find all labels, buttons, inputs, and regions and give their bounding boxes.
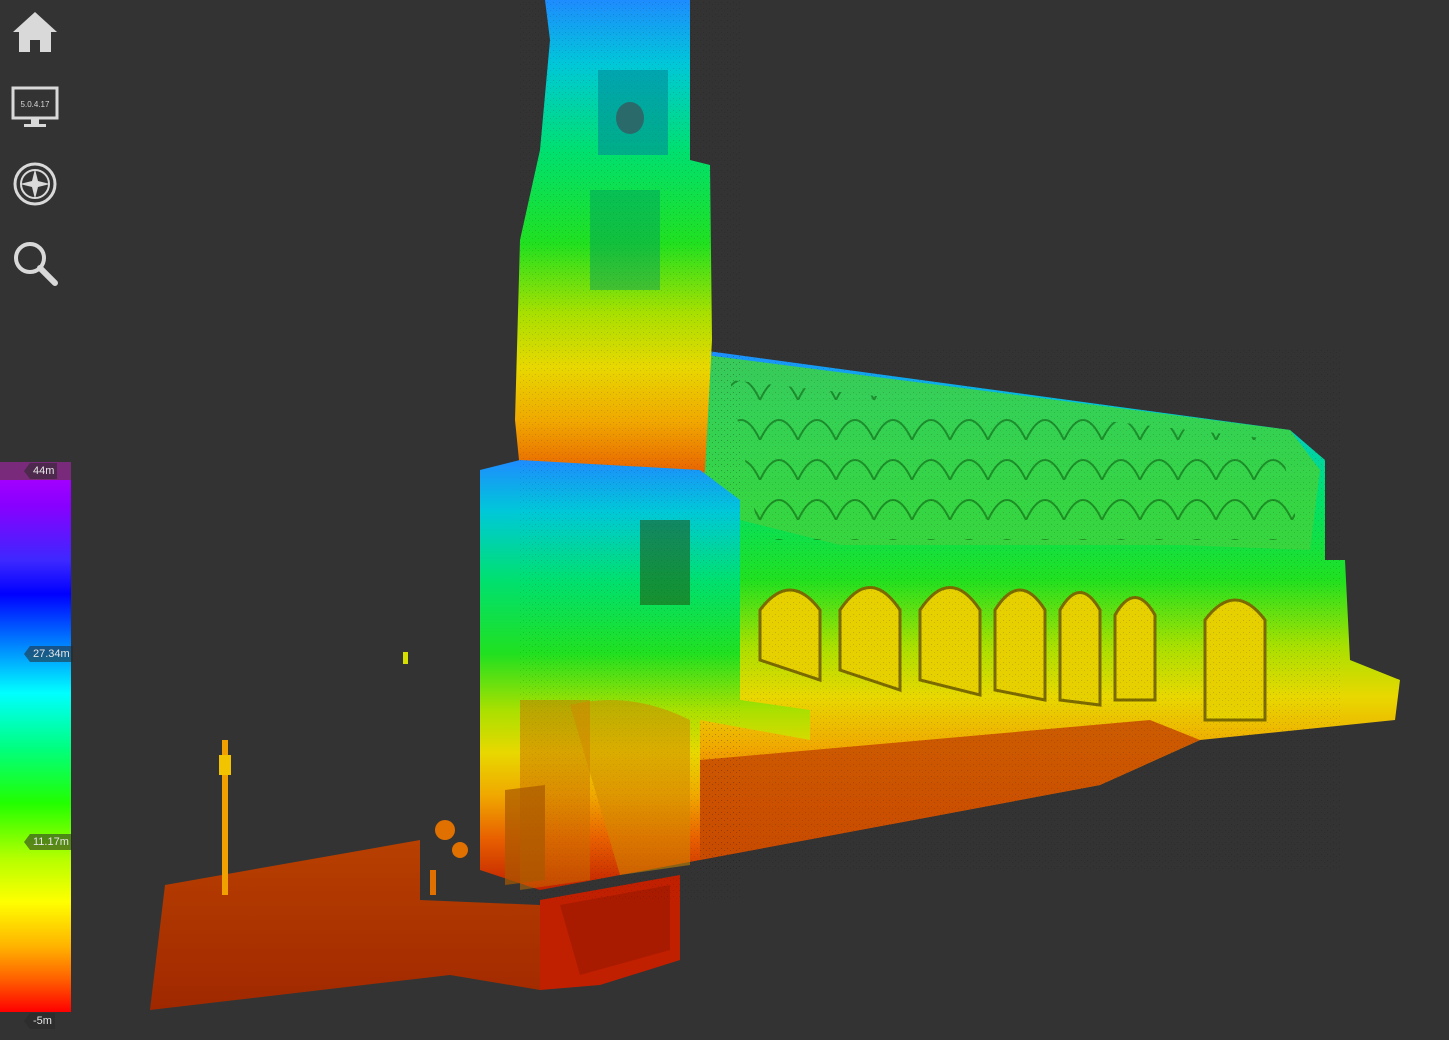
tower-window-2 — [640, 520, 690, 605]
elevation-legend: 44m 27.34m 11.17m -5m — [0, 462, 73, 1035]
search-button[interactable] — [10, 238, 60, 288]
plaza-figures — [430, 820, 468, 895]
home-button[interactable] — [10, 8, 60, 58]
compass-icon — [13, 162, 57, 206]
lamp-head — [219, 755, 231, 775]
display-button[interactable]: 5.0.4.17 — [10, 82, 60, 132]
display-version: 5.0.4.17 — [21, 100, 50, 109]
church-point-cloud — [150, 0, 1400, 1010]
bell — [616, 102, 644, 134]
search-icon — [14, 242, 58, 286]
monitor-icon: 5.0.4.17 — [11, 86, 59, 127]
tower-window-1 — [590, 190, 660, 290]
porch-door — [505, 785, 545, 885]
legend-label-mid-high[interactable]: 27.34m — [30, 646, 73, 662]
navigation-button[interactable] — [10, 159, 60, 209]
legend-label-min[interactable]: -5m — [30, 1013, 55, 1029]
home-icon — [13, 12, 57, 52]
nave-texture — [700, 350, 1340, 870]
stray-point — [403, 652, 408, 664]
legend-label-mid-low[interactable]: 11.17m — [30, 834, 72, 850]
elevation-color-bar — [0, 462, 71, 1012]
point-cloud-viewport[interactable] — [0, 0, 1449, 1035]
legend-label-max[interactable]: 44m — [30, 463, 58, 479]
